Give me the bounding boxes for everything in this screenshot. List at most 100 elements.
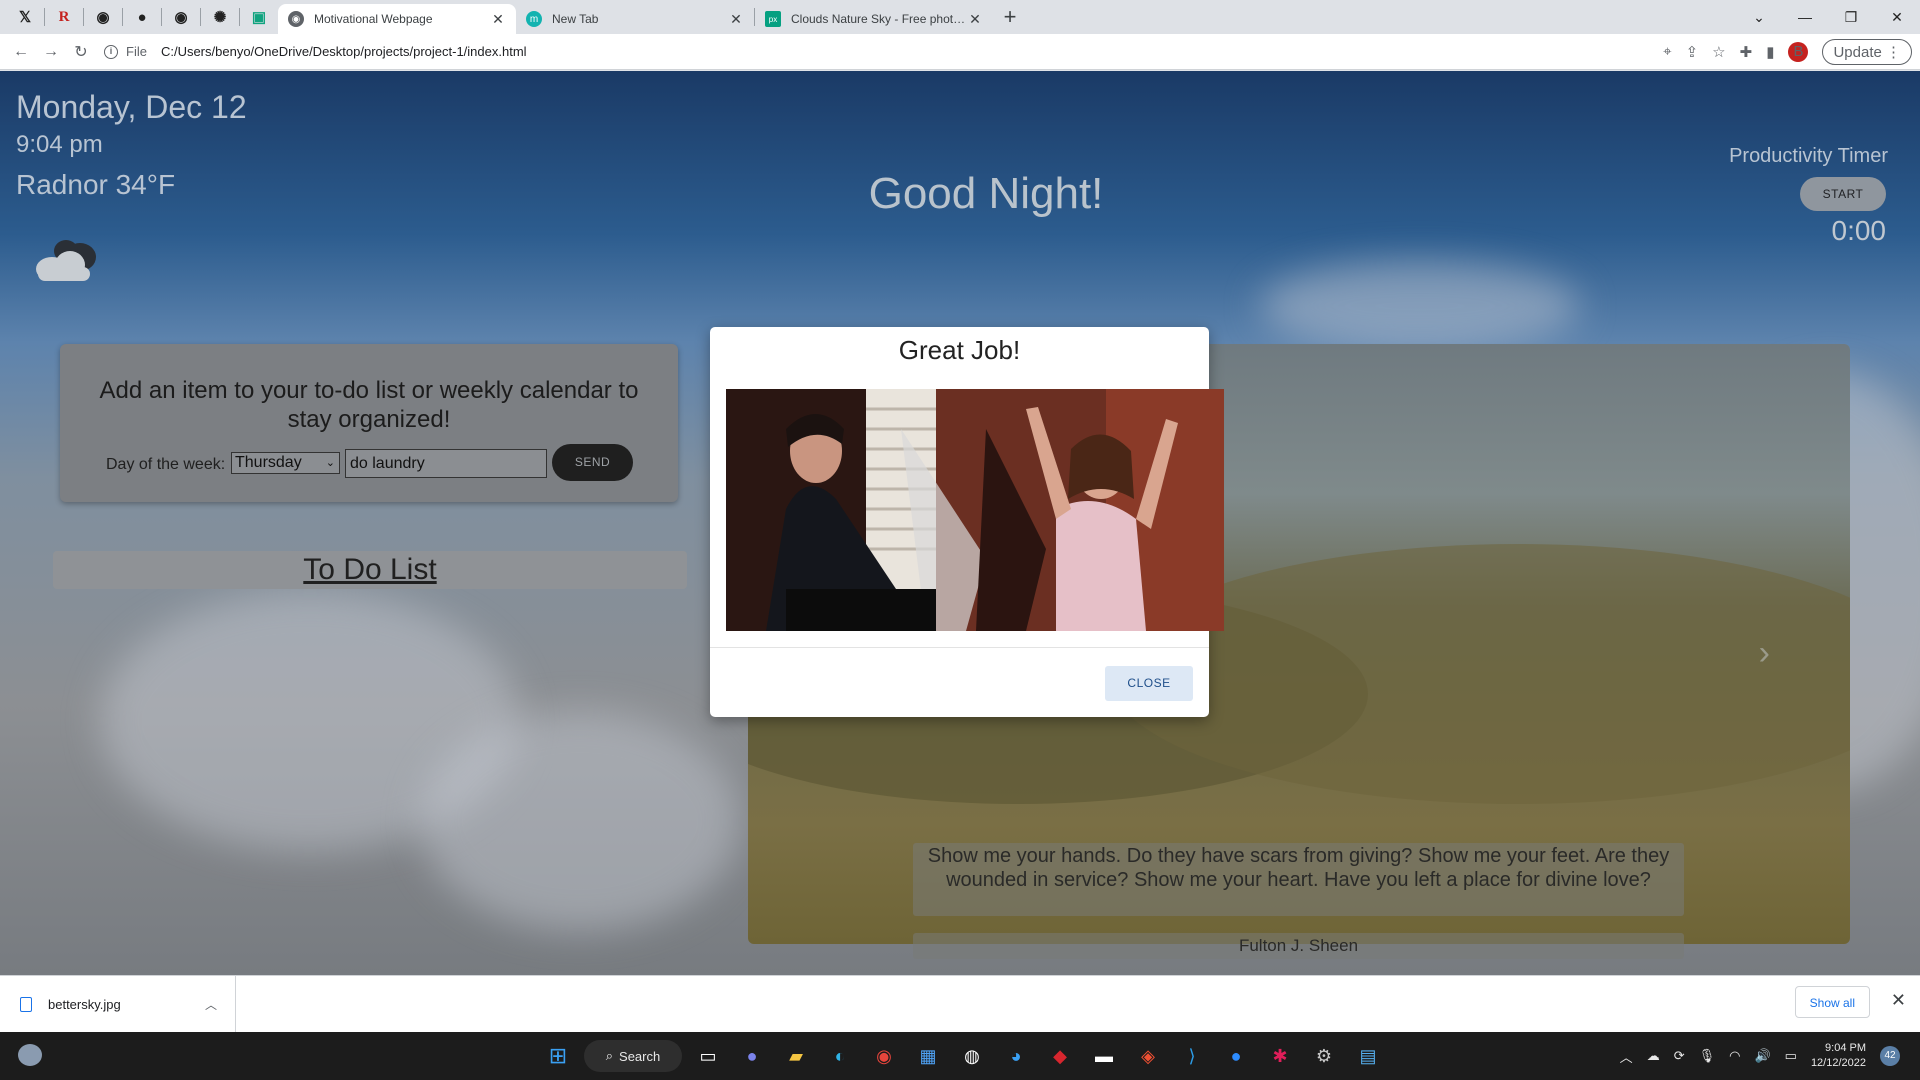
sync-icon[interactable]: ⟳ [1674,1048,1685,1064]
tab-search-icon[interactable]: ⌄ [1736,9,1782,26]
tab-clouds-photo[interactable]: px Clouds Nature Sky - Free photo o ✕ [755,4,993,34]
tab-title: New Tab [552,12,599,26]
address-bar[interactable]: i File C:/Users/benyo/OneDrive/Desktop/p… [104,38,1624,66]
timer-title: Productivity Timer [1729,145,1888,167]
tab-title: Clouds Nature Sky - Free photo o [791,12,967,26]
url-text: C:/Users/benyo/OneDrive/Desktop/projects… [160,44,527,59]
reload-icon[interactable]: ↻ [66,42,96,62]
day-of-week-select[interactable]: Thursday ⌄ [231,452,340,474]
toolbar: ← → ↻ i File C:/Users/benyo/OneDrive/Des… [0,34,1920,70]
modal-title: Great Job! [898,335,1021,365]
show-all-button[interactable]: Show all [1794,986,1870,1018]
wifi-icon[interactable]: ◠ [1729,1048,1740,1064]
pinned-tab-globe[interactable]: ◉ [84,0,122,34]
restore-icon[interactable]: ❐ [1828,9,1874,26]
close-shelf-icon[interactable]: ✕ [1891,990,1906,1011]
share-icon[interactable]: ⇪ [1686,43,1699,61]
onedrive-icon[interactable]: ☁ [1647,1048,1660,1064]
pinned-tab-r[interactable]: R [45,0,83,34]
pinned-tab-github[interactable]: ● [123,0,161,34]
r-icon: R [58,8,70,25]
task-input[interactable]: do laundry [345,449,547,478]
openai-icon: ✺ [213,9,227,26]
download-filename: bettersky.jpg [48,996,121,1012]
side-panel-icon[interactable]: ▮ [1766,43,1774,61]
location-icon[interactable]: ⌖ [1663,43,1671,60]
px-icon: px [765,11,781,27]
quote-text: Show me your hands. Do they have scars f… [913,843,1684,916]
globe-icon: ◉ [174,9,188,26]
minimize-icon[interactable]: — [1782,9,1828,25]
timer-start-button[interactable]: START [1800,177,1886,211]
modal-divider [710,647,1209,648]
forward-icon[interactable]: → [36,43,66,61]
taskbar-apps: ⊞ ⌕ Search ▭ ● ▰ ◐ ◉ ▦ ◍ ◕ ◆ ▬ ◈ ⟩ ● ✱ ⚙… [540,1038,1386,1074]
task-view-icon[interactable]: ▭ [690,1038,726,1074]
weather-app-icon[interactable]: ◕ [998,1038,1034,1074]
file-icon [20,996,32,1012]
tray-overflow-icon[interactable]: ︿ [1620,1047,1633,1066]
carousel-next-icon[interactable]: › [1759,634,1770,673]
notepad-icon[interactable]: ▤ [1350,1038,1386,1074]
git-icon[interactable]: ◈ [1130,1038,1166,1074]
clock-date: 12/12/2022 [1810,1057,1866,1069]
download-item[interactable]: bettersky.jpg ︿ [0,976,236,1032]
day-of-week-label: Day of the week: [106,456,226,473]
new-tab-button[interactable]: + [993,0,1027,34]
pinned-tab-globe-2[interactable]: ◉ [162,0,200,34]
taskbar: ⊞ ⌕ Search ▭ ● ▰ ◐ ◉ ▦ ◍ ◕ ◆ ▬ ◈ ⟩ ● ✱ ⚙… [0,1032,1920,1080]
pinned-tabs: 𝕏 R ◉ ● ◉ ✺ ▣ [0,0,278,34]
windows-start-icon[interactable]: ⊞ [540,1038,576,1074]
github-icon: ● [137,8,147,26]
back-icon[interactable]: ← [6,43,36,61]
great-job-modal: Great Job! CLOSE [710,327,1224,717]
terminal-icon[interactable]: ▬ [1086,1038,1122,1074]
close-tab-icon[interactable]: ✕ [967,11,983,28]
mcafee-icon[interactable]: ◆ [1042,1038,1078,1074]
update-button[interactable]: Update ⋮ [1822,38,1912,65]
microphone-icon[interactable]: 🎙 [1699,1048,1716,1064]
notification-badge[interactable]: 42 [1880,1046,1900,1066]
chat-icon[interactable]: ● [734,1038,770,1074]
pinned-tab-x[interactable]: 𝕏 [6,0,44,34]
close-tab-icon[interactable]: ✕ [728,11,744,28]
tab-motivational-webpage[interactable]: ◉ Motivational Webpage ✕ [278,4,516,34]
pinned-tab-openai[interactable]: ✺ [201,0,239,34]
modal-close-button[interactable]: CLOSE [1105,666,1193,701]
day-selected-value: Thursday [235,454,302,471]
close-window-icon[interactable]: ✕ [1874,9,1920,26]
clock-time: 9:04 PM [1825,1042,1866,1054]
settings-icon[interactable]: ⚙ [1306,1038,1342,1074]
profile-avatar[interactable]: B [1788,41,1809,62]
file-explorer-icon[interactable]: ▰ [778,1038,814,1074]
chrome-icon[interactable]: ◉ [866,1038,902,1074]
slack-icon[interactable]: ✱ [1262,1038,1298,1074]
toolbar-actions: ⌖ ⇪ ☆ ✚ ▮ B Update ⋮ [1663,38,1920,65]
tab-title: Motivational Webpage [314,12,433,26]
weather-widget-icon[interactable] [18,1044,42,1066]
tab-new-tab[interactable]: m New Tab ✕ [516,4,754,34]
info-icon[interactable]: i [104,44,118,59]
store-icon[interactable]: ▦ [910,1038,946,1074]
send-button[interactable]: SEND [552,444,633,481]
close-tab-icon[interactable]: ✕ [490,11,506,28]
github-desktop-icon[interactable]: ◍ [954,1038,990,1074]
globe-icon: ◉ [96,9,110,26]
taskbar-search-label: Search [619,1048,661,1064]
vscode-icon[interactable]: ⟩ [1174,1038,1210,1074]
tab-strip: 𝕏 R ◉ ● ◉ ✺ ▣ ◉ Motivational Webpage ✕ m… [0,0,1920,34]
zoom-icon[interactable]: ● [1218,1038,1254,1074]
extensions-icon[interactable]: ✚ [1740,43,1753,61]
taskbar-search[interactable]: ⌕ Search [584,1040,682,1072]
pinned-tab-app[interactable]: ▣ [240,0,278,34]
taskbar-clock[interactable]: 9:04 PM 12/12/2022 [1811,1041,1866,1071]
edge-icon[interactable]: ◐ [822,1038,858,1074]
chevron-up-icon[interactable]: ︿ [205,996,217,1013]
bookmark-star-icon[interactable]: ☆ [1712,43,1725,61]
todo-prompt: Add an item to your to-do list or weekly… [99,377,639,433]
quote-author: Fulton J. Sheen [913,933,1684,959]
battery-icon[interactable]: ▭ [1785,1048,1797,1064]
chevron-down-icon: ⌄ [325,457,335,469]
date-display: Monday, Dec 12 [16,89,247,125]
volume-icon[interactable]: 🔊 [1754,1048,1770,1064]
